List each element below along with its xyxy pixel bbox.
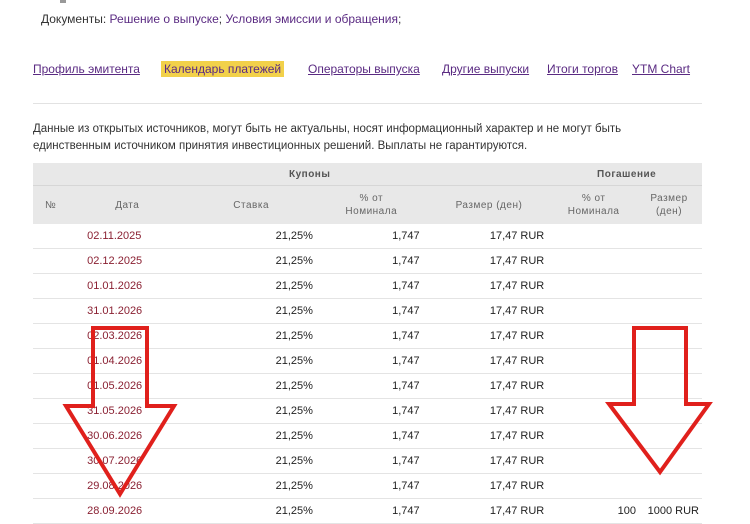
row-date: 28.09.2026: [68, 498, 187, 524]
doc-link-terms[interactable]: Условия эмиссии и обращения: [225, 12, 398, 26]
row-amount: 17,47 RUR: [426, 248, 552, 274]
row-date: 31.01.2026: [68, 298, 187, 324]
row-amount: 17,47 RUR: [426, 323, 552, 349]
table-row: 01.01.2026 21,25% 1,747 17,47 RUR: [33, 273, 702, 299]
row-date: 01.01.2026: [68, 273, 187, 299]
row-amount: 17,47 RUR: [426, 423, 552, 449]
header-red-pct-nominal: % от Номинала: [551, 185, 637, 224]
row-amount: 17,47 RUR: [426, 273, 552, 299]
header-rate: Ставка: [186, 185, 316, 224]
row-number: [33, 248, 69, 274]
row-amount: 17,47 RUR: [426, 473, 552, 499]
row-red-amount: [636, 473, 702, 499]
row-red-pct: [551, 298, 637, 324]
row-date: 02.11.2025: [68, 224, 187, 249]
tab-trading-results[interactable]: Итоги торгов: [547, 62, 618, 76]
row-pct-nominal: 1,747: [315, 373, 427, 399]
disclaimer-text: Данные из открытых источников, могут быт…: [33, 123, 622, 152]
tab-ytm-chart[interactable]: YTM Chart: [632, 62, 690, 76]
row-number: [33, 273, 69, 299]
row-rate: 21,25%: [186, 348, 316, 374]
row-pct-nominal: 1,747: [315, 448, 427, 474]
table-row: 28.09.2026 21,25% 1,747 17,47 RUR 100 1000 RU…: [33, 498, 702, 524]
row-number: [33, 298, 69, 324]
row-red-pct: [551, 224, 637, 249]
row-pct-nominal: 1,747: [315, 498, 427, 524]
header-amount: Размер (ден): [426, 185, 552, 224]
header-pct-nominal: % от Номинала: [315, 185, 427, 224]
row-pct-nominal: 1,747: [315, 323, 427, 349]
row-rate: 21,25%: [186, 498, 316, 524]
row-amount: 17,47 RUR: [426, 224, 552, 249]
row-amount: 17,47 RUR: [426, 348, 552, 374]
row-red-pct: [551, 473, 637, 499]
table-row: 02.11.2025 21,25% 1,747 17,47 RUR: [33, 224, 702, 249]
tab-issuer-profile[interactable]: Профиль эмитента: [33, 62, 140, 76]
table-row: 02.12.2025 21,25% 1,747 17,47 RUR: [33, 248, 702, 274]
row-rate: 21,25%: [186, 373, 316, 399]
table-row: 31.01.2026 21,25% 1,747 17,47 RUR: [33, 298, 702, 324]
row-pct-nominal: 1,747: [315, 398, 427, 424]
row-pct-nominal: 1,747: [315, 423, 427, 449]
tab-payment-calendar[interactable]: Календарь платежей: [161, 61, 285, 77]
row-red-pct: 100: [551, 498, 637, 524]
cut-off-text-fragment: [60, 0, 66, 3]
row-red-pct: [551, 273, 637, 299]
tab-other-issues[interactable]: Другие выпуски: [442, 62, 529, 76]
row-number: [33, 224, 69, 249]
doc-link-decision[interactable]: Решение о выпуске: [110, 12, 219, 26]
divider: [33, 103, 702, 104]
row-rate: 21,25%: [186, 323, 316, 349]
documents-label: Документы:: [41, 12, 107, 26]
row-amount: 17,47 RUR: [426, 398, 552, 424]
row-red-pct: [551, 248, 637, 274]
header-num: №: [33, 185, 69, 224]
row-red-amount: [636, 298, 702, 324]
row-rate: 21,25%: [186, 448, 316, 474]
row-pct-nominal: 1,747: [315, 248, 427, 274]
row-rate: 21,25%: [186, 423, 316, 449]
row-rate: 21,25%: [186, 298, 316, 324]
header-red-size: Размер (ден): [636, 185, 702, 224]
row-amount: 17,47 RUR: [426, 498, 552, 524]
tab-issue-operators[interactable]: Операторы выпуска: [308, 62, 420, 76]
row-number: [33, 498, 69, 524]
row-rate: 21,25%: [186, 473, 316, 499]
row-rate: 21,25%: [186, 248, 316, 274]
header-date: Дата: [68, 185, 187, 224]
header-group-redemption: Погашение: [551, 163, 702, 186]
arrow-outline: [62, 326, 178, 498]
row-red-amount: 1000 RUR: [636, 498, 702, 524]
row-pct-nominal: 1,747: [315, 273, 427, 299]
row-rate: 21,25%: [186, 398, 316, 424]
row-rate: 21,25%: [186, 273, 316, 299]
row-date: 02.12.2025: [68, 248, 187, 274]
arrow-outline: [605, 326, 713, 476]
row-pct-nominal: 1,747: [315, 348, 427, 374]
documents-line: Документы: Решение о выпуске; Условия эм…: [41, 12, 402, 26]
row-red-amount: [636, 224, 702, 249]
row-amount: 17,47 RUR: [426, 373, 552, 399]
row-red-amount: [636, 273, 702, 299]
down-arrow-annotation-left: [62, 326, 178, 498]
header-group-coupons: Купоны: [68, 163, 552, 186]
row-rate: 21,25%: [186, 224, 316, 249]
down-arrow-annotation-right: [605, 326, 713, 476]
row-pct-nominal: 1,747: [315, 224, 427, 249]
row-pct-nominal: 1,747: [315, 298, 427, 324]
row-amount: 17,47 RUR: [426, 298, 552, 324]
row-amount: 17,47 RUR: [426, 448, 552, 474]
row-red-amount: [636, 248, 702, 274]
row-pct-nominal: 1,747: [315, 473, 427, 499]
